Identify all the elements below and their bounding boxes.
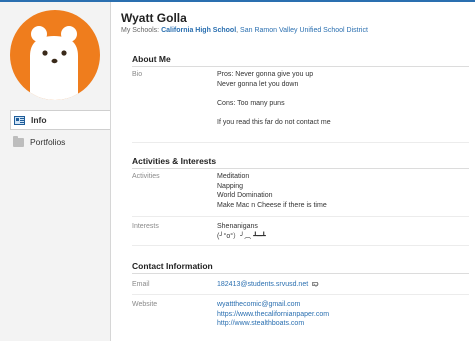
email-value: 182413@students.srvusd.net bbox=[217, 280, 319, 290]
website-link[interactable]: wyattthecomic@gmail.com bbox=[217, 300, 329, 310]
activity-item: World Domination bbox=[217, 192, 273, 199]
website-link[interactable]: http://www.stealthboats.com bbox=[217, 319, 329, 329]
activity-item: Meditation bbox=[217, 173, 250, 180]
avatar-circle bbox=[10, 10, 100, 100]
website-link[interactable]: https://www.thecalifornianpaper.com bbox=[217, 310, 329, 320]
folder-icon bbox=[13, 135, 24, 147]
avatar bbox=[10, 10, 100, 100]
left-column: Info Portfolios bbox=[0, 2, 110, 341]
interest-item: Shenanigans bbox=[217, 223, 258, 230]
schools-line: My Schools: California High School, San … bbox=[121, 27, 368, 34]
row-divider bbox=[132, 216, 469, 217]
email-link[interactable]: 182413@students.srvusd.net bbox=[217, 281, 308, 288]
section-divider bbox=[132, 168, 469, 169]
interests-label: Interests bbox=[132, 223, 159, 230]
section-divider bbox=[132, 273, 469, 274]
info-icon bbox=[14, 115, 25, 125]
interests-value: Shenanigans (╯°o°）╯︵ ┻━┻ bbox=[217, 222, 266, 241]
website-value: wyattthecomic@gmail.com https://www.thec… bbox=[217, 300, 329, 329]
bio-label: Bio bbox=[132, 71, 143, 78]
profile-main-panel: Wyatt Golla My Schools: California High … bbox=[110, 2, 475, 341]
interest-item: (╯°o°）╯︵ ┻━┻ bbox=[217, 232, 266, 240]
activities-value: Meditation Napping World Domination Make… bbox=[217, 172, 327, 210]
bear-icon bbox=[30, 26, 78, 100]
sidebar-nav: Info Portfolios bbox=[10, 110, 110, 152]
row-divider bbox=[132, 294, 469, 295]
sidebar-item-label: Portfolios bbox=[30, 137, 66, 147]
section-divider bbox=[132, 66, 469, 67]
activity-item: Make Mac n Cheese if there is time bbox=[217, 201, 327, 209]
bio-line: If you read this far do not contact me bbox=[217, 118, 331, 126]
bio-line: Cons: Too many puns bbox=[217, 99, 285, 107]
school-link[interactable]: California High School bbox=[161, 27, 236, 34]
schools-separator: , bbox=[236, 27, 239, 34]
sidebar-item-label: Info bbox=[31, 115, 47, 125]
bio-value: Pros: Never gonna give you up Never gonn… bbox=[217, 70, 331, 127]
activities-label: Activities bbox=[132, 173, 160, 180]
website-label: Website bbox=[132, 301, 158, 308]
district-link[interactable]: San Ramon Valley Unified School District bbox=[240, 27, 368, 34]
section-title-activities: Activities & Interests bbox=[132, 156, 217, 166]
section-title-about: About Me bbox=[132, 54, 171, 64]
bio-blank-line bbox=[217, 108, 331, 118]
page-title: Wyatt Golla bbox=[121, 11, 187, 25]
email-label: Email bbox=[132, 281, 150, 288]
row-divider bbox=[132, 245, 469, 246]
sidebar-item-info[interactable]: Info bbox=[10, 110, 110, 130]
sidebar-item-portfolios[interactable]: Portfolios bbox=[10, 132, 110, 152]
schools-prefix: My Schools: bbox=[121, 27, 160, 34]
mail-icon[interactable] bbox=[312, 282, 319, 287]
bio-line: Pros: Never gonna give you up bbox=[217, 71, 314, 78]
section-title-contact: Contact Information bbox=[132, 261, 213, 271]
row-divider bbox=[132, 142, 469, 143]
activity-item: Napping bbox=[217, 182, 244, 190]
bio-line: Never gonna let you down bbox=[217, 80, 299, 88]
bio-blank-line bbox=[217, 89, 331, 99]
